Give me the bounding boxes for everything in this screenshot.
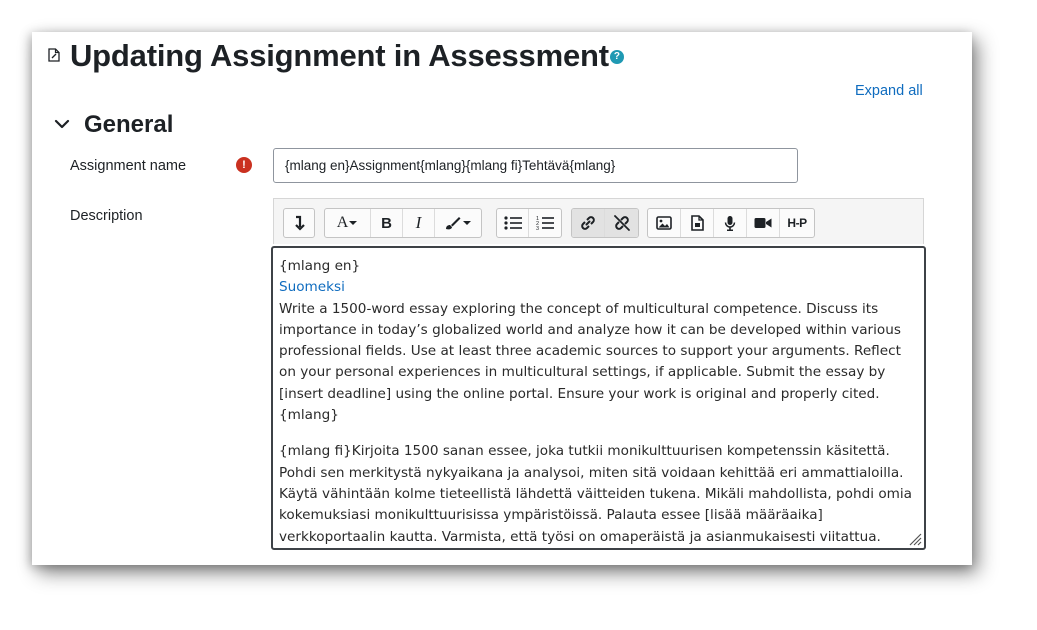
text-style-button[interactable]: A [325,209,371,237]
bold-button[interactable]: B [371,209,403,237]
link-button[interactable] [572,209,605,237]
svg-text:3: 3 [536,226,539,231]
text-colour-button[interactable] [435,209,481,237]
settings-panel: Updating Assignment in Assessment? Expan… [32,32,972,565]
assignment-name-label: Assignment name [70,158,187,174]
ordered-list-button[interactable]: 1 2 3 [529,209,561,237]
toolbar-group-links [571,208,639,238]
unordered-list-button[interactable] [497,209,529,237]
question-circle-icon[interactable]: ? [609,49,624,64]
resize-handle-icon[interactable] [908,532,922,546]
video-camera-icon [754,218,772,228]
page-title: Updating Assignment in Assessment? [70,36,624,76]
editor-toolbar: A B I 1 2 3 H-P [273,198,924,244]
toolbar-group-lists: 1 2 3 [496,208,562,238]
unlink-icon [613,215,630,231]
chevron-down-icon[interactable] [54,116,70,132]
exclamation-circle-icon: ! [236,157,252,173]
section-title: General [84,111,174,138]
insert-h5p-button[interactable]: H-P [780,209,814,237]
caret-down-icon [349,221,358,225]
paintbrush-icon [446,217,461,230]
toolbar-group-collapse [283,208,315,238]
insert-image-button[interactable] [648,209,681,237]
editor-link-suomeksi[interactable]: Suomeksi [279,277,919,298]
record-audio-button[interactable] [714,209,747,237]
collapse-icon [295,215,305,231]
unlink-button[interactable] [605,209,638,237]
editor-paragraph-en: Write a 1500-word essay exploring the co… [279,300,901,424]
assignment-name-input[interactable] [273,148,798,183]
italic-button[interactable]: I [403,209,435,237]
record-video-button[interactable] [747,209,780,237]
page-edit-icon [48,48,60,62]
description-editor[interactable]: {mlang en} Suomeksi Write a 1500-word es… [271,246,926,550]
numbered-list-icon: 1 2 3 [536,216,554,231]
insert-media-button[interactable] [681,209,714,237]
toolbar-group-style: A B I [324,208,482,238]
editor-paragraph-fi: {mlang fi}Kirjoita 1500 sanan essee, jok… [279,443,913,545]
microphone-icon [724,215,736,231]
image-icon [656,216,672,230]
show-more-buttons[interactable] [284,209,314,237]
link-icon [581,216,595,230]
file-icon [690,215,704,231]
expand-all-link[interactable]: Expand all [855,83,923,99]
description-label: Description [70,208,143,224]
caret-down-icon [463,221,471,225]
bullet-list-icon [503,216,522,230]
toolbar-group-media: H-P [647,208,815,238]
editor-line: {mlang en} [279,258,361,274]
editor-spacer [279,426,919,441]
